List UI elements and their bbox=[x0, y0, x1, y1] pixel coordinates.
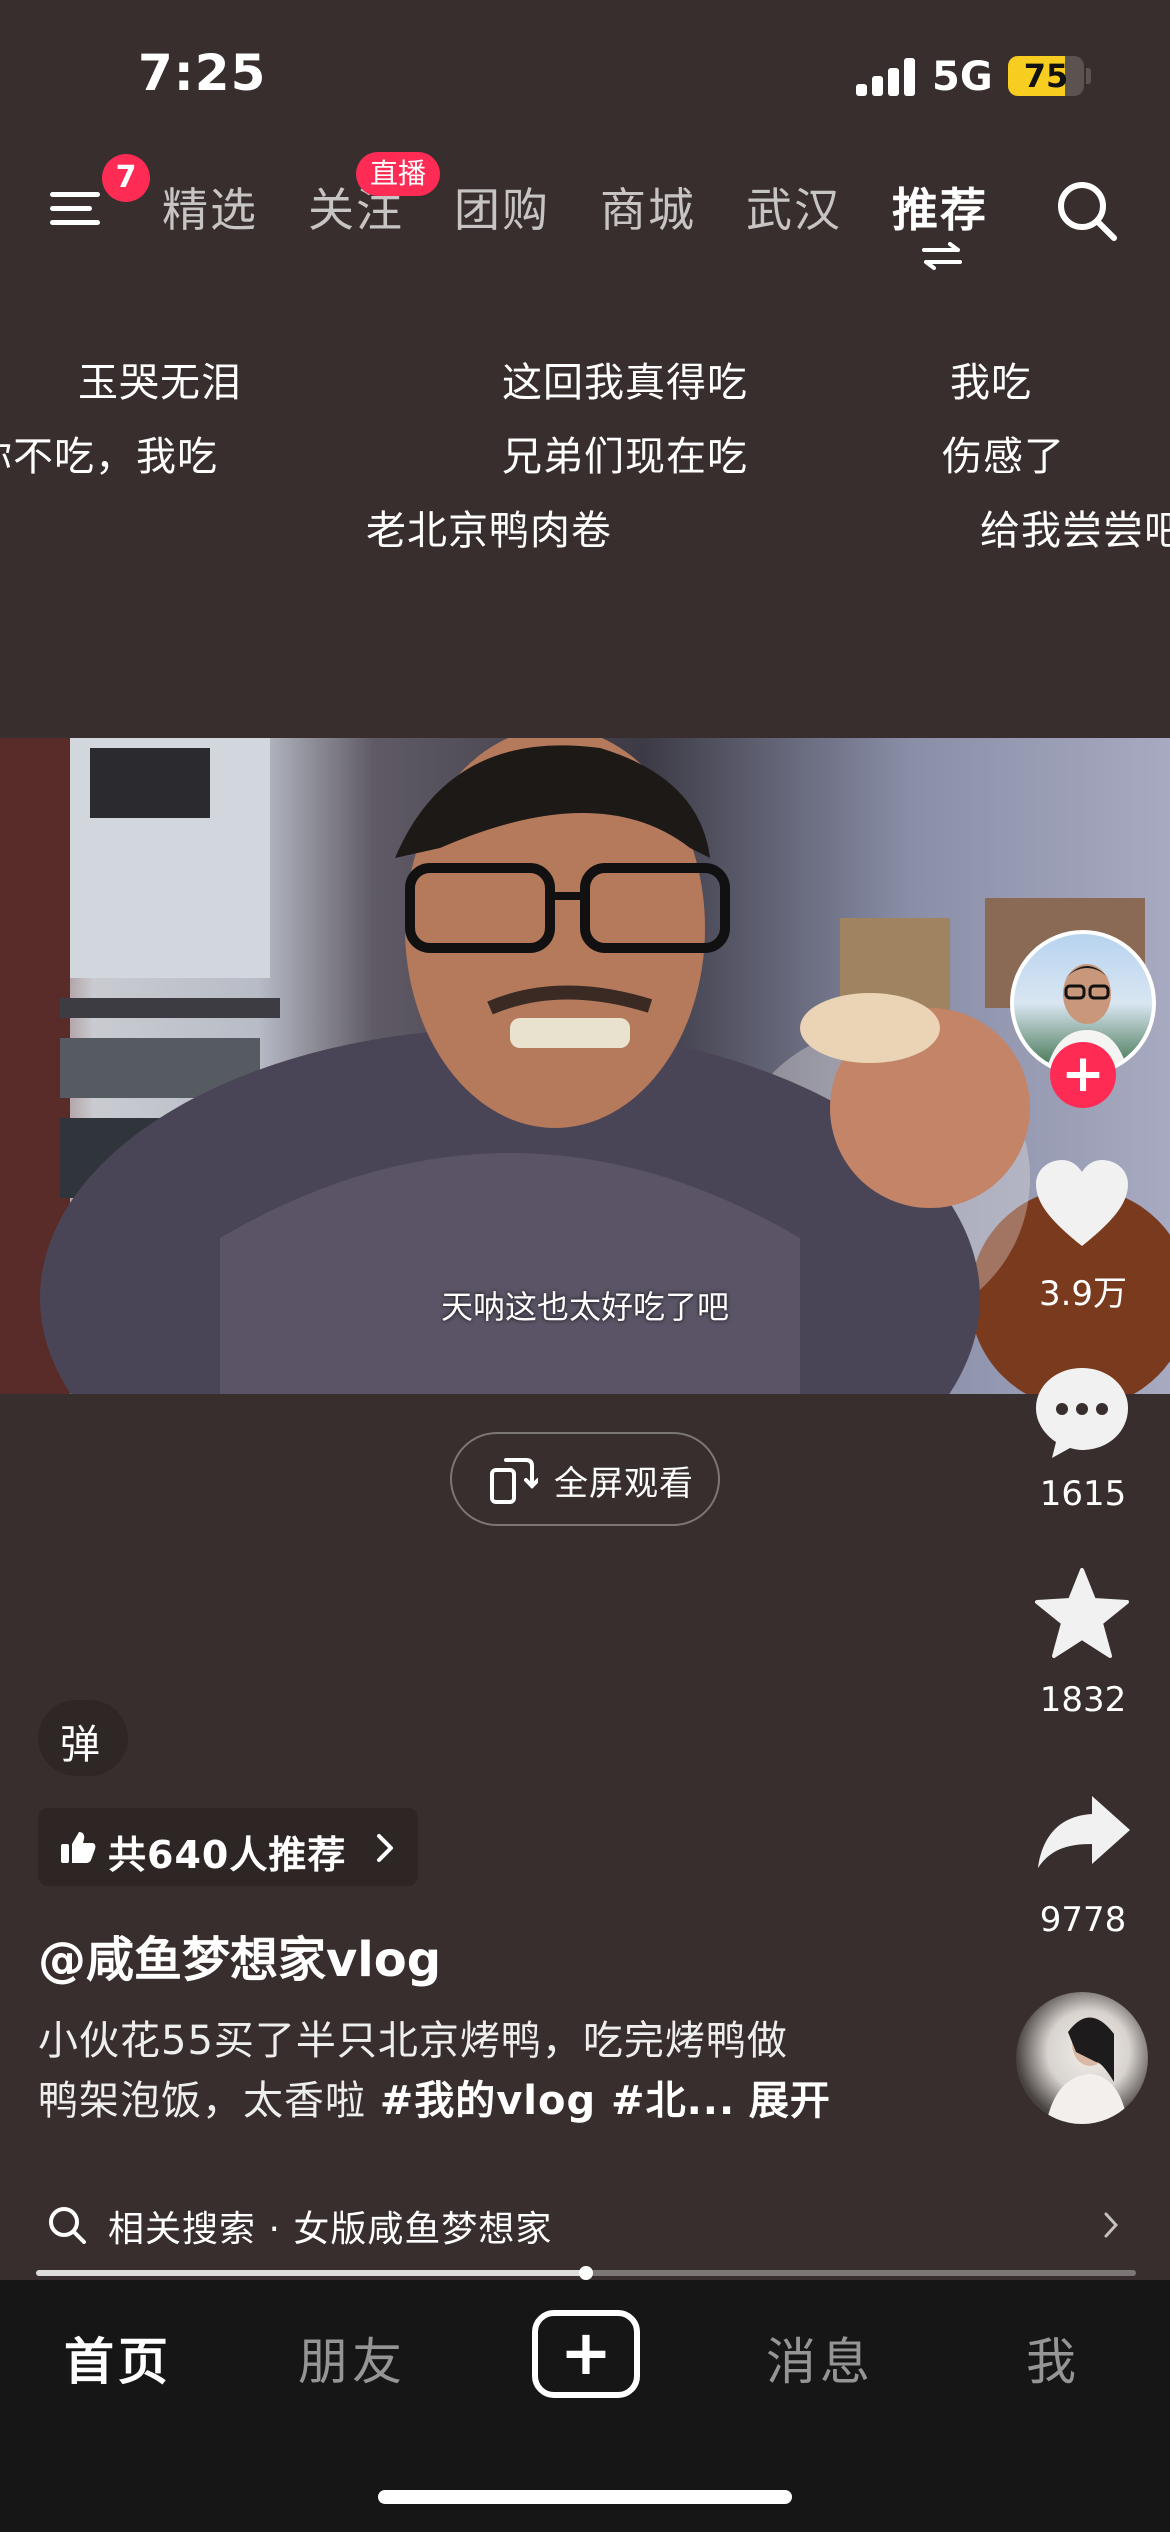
create-post-button[interactable]: + bbox=[532, 2310, 640, 2398]
comment-count: 1615 bbox=[1039, 1474, 1127, 1514]
status-bar: 7:25 5G 75 bbox=[0, 0, 1170, 150]
status-time: 7:25 bbox=[138, 44, 267, 102]
expand-caption-button[interactable]: 展开 bbox=[749, 2078, 831, 2124]
home-indicator bbox=[378, 2490, 792, 2504]
live-badge: 直播 bbox=[356, 152, 441, 196]
fullscreen-label: 全屏观看 bbox=[554, 1464, 694, 1504]
danmaku-comment: 这回我真得吃 bbox=[502, 360, 748, 406]
search-icon bbox=[49, 2207, 86, 2244]
like-heart-icon[interactable] bbox=[1032, 1158, 1132, 1250]
menu-icon-line bbox=[50, 206, 92, 211]
related-search-label: 相关搜索 · 女版咸鱼梦想家 bbox=[108, 2209, 553, 2250]
video-progress-bar[interactable] bbox=[36, 2266, 1136, 2280]
video-caption-line: 鸭架泡饭，太香啦 #我的vlog #北... 展开 bbox=[38, 2068, 918, 2126]
battery-icon: 75 bbox=[1008, 56, 1084, 96]
plus-icon: + bbox=[560, 2316, 612, 2389]
cellular-signal-icon bbox=[856, 58, 916, 96]
tab-messages[interactable]: 消息 bbox=[766, 2322, 874, 2394]
tab-home[interactable]: 首页 bbox=[64, 2322, 172, 2394]
thumbs-up-icon bbox=[61, 1832, 96, 1863]
menu-button[interactable] bbox=[50, 184, 110, 234]
danmaku-comment: 老北京鸭肉卷 bbox=[366, 508, 612, 554]
tab-me[interactable]: 我 bbox=[1026, 2322, 1080, 2394]
search-icon[interactable] bbox=[1054, 178, 1120, 244]
favorite-star-icon[interactable] bbox=[1034, 1568, 1130, 1660]
tab-friends[interactable]: 朋友 bbox=[298, 2322, 406, 2394]
share-count: 9778 bbox=[1039, 1900, 1127, 1940]
recommend-chip[interactable]: 共640人推荐 bbox=[38, 1808, 418, 1886]
video-subtitle: 天呐这也太好吃了吧 bbox=[440, 1288, 729, 1326]
danmaku-comment: 你不吃，我吃 bbox=[0, 434, 218, 480]
chevron-right-icon bbox=[1104, 2212, 1119, 2238]
caption-text: 鸭架泡饭，太香啦 bbox=[38, 2078, 380, 2124]
video-caption-line: 小伙花55买了半只北京烤鸭，吃完烤鸭做 bbox=[38, 2018, 788, 2064]
menu-notification-badge: 7 bbox=[102, 154, 150, 202]
rotate-screen-icon bbox=[490, 1458, 538, 1504]
music-cover-image bbox=[1046, 2017, 1128, 2124]
follow-button[interactable]: + bbox=[1050, 1042, 1116, 1108]
recommend-count-label: 共640人推荐 bbox=[108, 1833, 347, 1877]
like-count: 3.9万 bbox=[1038, 1274, 1128, 1314]
tab-featured[interactable]: 精选 bbox=[162, 174, 258, 240]
battery-level: 75 bbox=[1023, 57, 1069, 95]
favorite-count: 1832 bbox=[1039, 1680, 1127, 1720]
danmaku-comment: 玉哭无泪 bbox=[78, 360, 242, 406]
top-nav: 7 精选 关注 直播 团购 商城 武汉 推荐 bbox=[0, 152, 1170, 270]
chevron-right-icon bbox=[377, 1834, 393, 1862]
author-name[interactable]: @咸鱼梦想家vlog bbox=[38, 1920, 441, 1990]
fullscreen-button[interactable]: 全屏观看 bbox=[450, 1432, 720, 1526]
tab-group-buy[interactable]: 团购 bbox=[454, 174, 550, 240]
danmaku-comment: 伤感了 bbox=[942, 434, 1065, 480]
network-type: 5G bbox=[932, 54, 993, 100]
related-search-bar[interactable]: 相关搜索 · 女版咸鱼梦想家 bbox=[38, 2190, 1132, 2256]
progress-fill bbox=[36, 2270, 586, 2276]
danmaku-comment: 我吃 bbox=[950, 360, 1032, 406]
tab-mall[interactable]: 商城 bbox=[600, 174, 696, 240]
danmaku-toggle-button[interactable]: 弹 bbox=[38, 1700, 128, 1776]
comment-bubble-icon[interactable] bbox=[1032, 1364, 1132, 1460]
progress-knob[interactable] bbox=[579, 2266, 593, 2280]
switch-arrows-icon bbox=[922, 242, 962, 270]
tab-local-city[interactable]: 武汉 bbox=[746, 174, 842, 240]
share-arrow-icon[interactable] bbox=[1036, 1792, 1132, 1872]
danmaku-comment: 兄弟们现在吃 bbox=[502, 434, 748, 480]
caption-hashtags[interactable]: #我的vlog #北... bbox=[380, 2078, 735, 2124]
tab-recommend[interactable]: 推荐 bbox=[892, 174, 988, 240]
danmaku-toggle-label: 弹 bbox=[60, 1722, 100, 1768]
music-disc-avatar[interactable] bbox=[1016, 1992, 1148, 2124]
menu-icon-line bbox=[50, 220, 100, 225]
menu-icon bbox=[50, 192, 100, 197]
danmaku-comment: 给我尝尝吧 bbox=[980, 508, 1170, 554]
battery-cap bbox=[1086, 68, 1091, 84]
